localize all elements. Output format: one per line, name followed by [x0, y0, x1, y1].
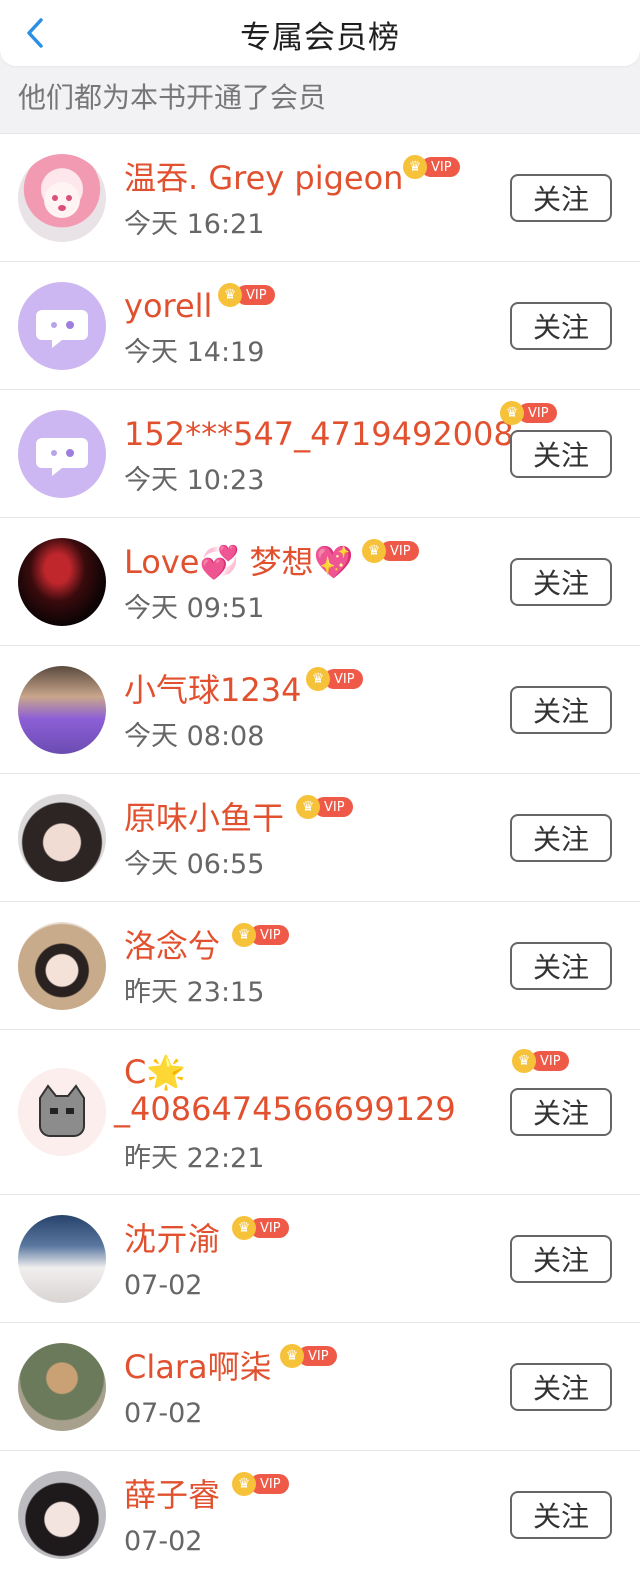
member-time: 今天 10:23: [124, 465, 265, 496]
crown-icon: ♛: [512, 1049, 536, 1073]
member-time: 今天 16:21: [124, 209, 265, 240]
avatar[interactable]: [18, 154, 106, 242]
follow-button[interactable]: 关注: [510, 174, 612, 222]
crown-icon: ♛: [403, 155, 427, 179]
list-subtitle: 他们都为本书开通了会员: [18, 81, 327, 114]
avatar[interactable]: [18, 282, 106, 370]
crown-icon: ♛: [232, 923, 256, 947]
avatar[interactable]: [18, 666, 106, 754]
member-time: 今天 09:51: [124, 593, 265, 624]
member-name[interactable]: Clara啊柒: [124, 1347, 272, 1387]
member-name[interactable]: 洛念兮: [124, 926, 220, 966]
crown-icon: ♛: [500, 401, 524, 425]
member-name[interactable]: 薛子睿: [124, 1475, 220, 1515]
follow-button[interactable]: 关注: [510, 686, 612, 734]
list-item: 洛念兮 ♛ VIP 昨天 23:15 关注: [0, 901, 640, 1029]
crown-icon: ♛: [280, 1344, 304, 1368]
follow-button[interactable]: 关注: [510, 430, 612, 478]
vip-badge: ♛ VIP: [403, 155, 460, 179]
member-name[interactable]: yorell: [124, 286, 212, 326]
follow-button[interactable]: 关注: [510, 558, 612, 606]
list-item: 152***547_4719492008 ♛ VIP 今天 10:23 关注: [0, 389, 640, 517]
crown-icon: ♛: [218, 283, 242, 307]
follow-button[interactable]: 关注: [510, 1491, 612, 1539]
avatar[interactable]: [18, 410, 106, 498]
member-name[interactable]: 沈亓渝: [124, 1219, 220, 1259]
crown-icon: ♛: [306, 667, 330, 691]
member-time: 昨天 22:21: [124, 1143, 265, 1174]
member-time: 今天 14:19: [124, 337, 265, 368]
follow-button[interactable]: 关注: [510, 1088, 612, 1136]
follow-button[interactable]: 关注: [510, 814, 612, 862]
avatar[interactable]: [18, 1215, 106, 1303]
list-item: 薛子睿 ♛ VIP 07-02 关注: [0, 1450, 640, 1578]
top-bar: 专属会员榜: [0, 0, 640, 66]
vip-badge: ♛ VIP: [218, 283, 275, 307]
page-title: 专属会员榜: [240, 20, 400, 56]
vip-badge: ♛ VIP: [232, 1216, 289, 1240]
crown-icon: ♛: [232, 1216, 256, 1240]
member-time: 07-02: [124, 1526, 203, 1557]
follow-button[interactable]: 关注: [510, 302, 612, 350]
member-name[interactable]: 原味小鱼干: [124, 798, 284, 838]
follow-button[interactable]: 关注: [510, 942, 612, 990]
avatar[interactable]: [18, 922, 106, 1010]
crown-icon: ♛: [362, 539, 386, 563]
vip-badge: ♛ VIP: [306, 667, 363, 691]
member-time: 今天 08:08: [124, 721, 265, 752]
member-name-line2[interactable]: _4086474566699129: [114, 1089, 456, 1129]
avatar[interactable]: [18, 1068, 106, 1156]
member-time: 07-02: [124, 1270, 203, 1301]
member-time: 昨天 23:15: [124, 977, 265, 1008]
list-item: yorell ♛ VIP 今天 14:19 关注: [0, 261, 640, 389]
list-item: Love💞 梦想💖 ♛ VIP 今天 09:51 关注: [0, 517, 640, 645]
member-name[interactable]: Love💞 梦想💖: [124, 542, 353, 582]
crown-icon: ♛: [232, 1472, 256, 1496]
member-name[interactable]: 152***547_4719492008: [124, 414, 514, 454]
vip-badge: ♛ VIP: [232, 923, 289, 947]
follow-button[interactable]: 关注: [510, 1235, 612, 1283]
vip-badge: ♛ VIP: [232, 1472, 289, 1496]
member-name[interactable]: 温吞. Grey pigeon: [124, 158, 403, 198]
member-time: 07-02: [124, 1398, 203, 1429]
member-name[interactable]: 小气球1234: [124, 670, 301, 710]
avatar[interactable]: [18, 794, 106, 882]
member-time: 今天 06:55: [124, 849, 265, 880]
vip-badge: ♛ VIP: [280, 1344, 337, 1368]
vip-badge: ♛ VIP: [296, 795, 353, 819]
follow-button[interactable]: 关注: [510, 1363, 612, 1411]
member-name-line1[interactable]: C🌟: [124, 1052, 186, 1092]
vip-badge: ♛ VIP: [512, 1049, 569, 1073]
vip-badge: ♛ VIP: [500, 401, 557, 425]
list-item: 原味小鱼干 ♛ VIP 今天 06:55 关注: [0, 773, 640, 901]
vip-badge: ♛ VIP: [362, 539, 419, 563]
avatar[interactable]: [18, 1471, 106, 1559]
avatar[interactable]: [18, 1343, 106, 1431]
list-item: C🌟 _4086474566699129 ♛ VIP 昨天 22:21 关注: [0, 1029, 640, 1194]
list-item: 温吞. Grey pigeon ♛ VIP 今天 16:21 关注: [0, 133, 640, 261]
list-item: 沈亓渝 ♛ VIP 07-02 关注: [0, 1194, 640, 1322]
member-list: 温吞. Grey pigeon ♛ VIP 今天 16:21 关注 yorell …: [0, 133, 640, 1578]
list-item: Clara啊柒 ♛ VIP 07-02 关注: [0, 1322, 640, 1450]
avatar[interactable]: [18, 538, 106, 626]
crown-icon: ♛: [296, 795, 320, 819]
list-item: 小气球1234 ♛ VIP 今天 08:08 关注: [0, 645, 640, 773]
